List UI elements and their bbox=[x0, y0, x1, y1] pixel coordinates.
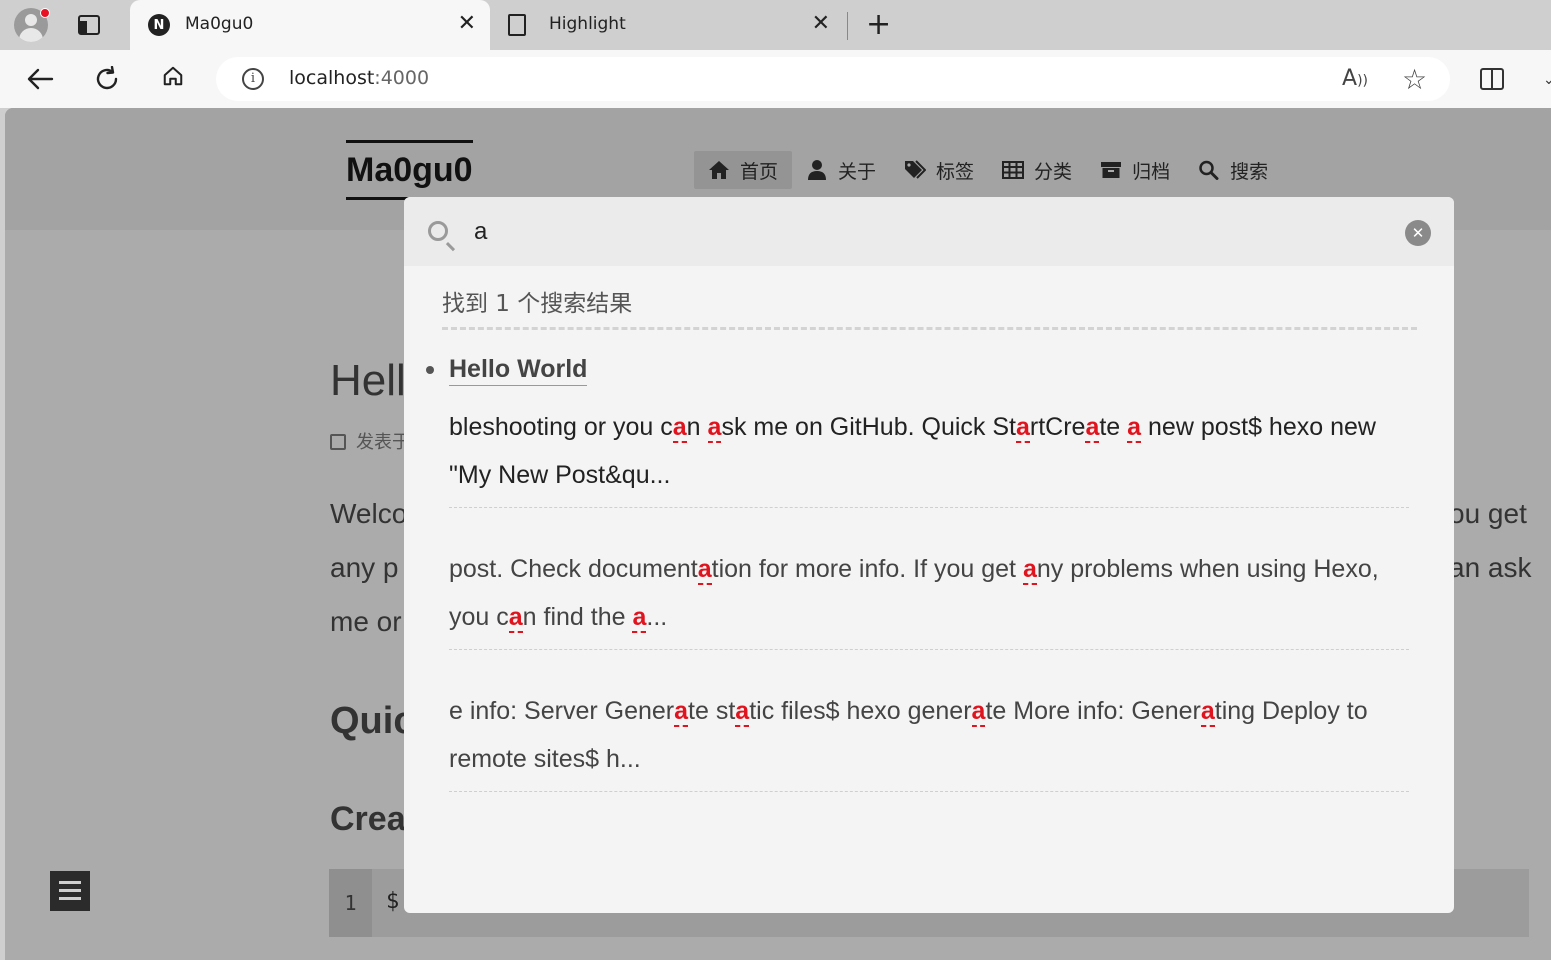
clear-search-icon[interactable]: ✕ bbox=[1405, 220, 1431, 246]
excerpt-text: bleshooting or you c bbox=[449, 413, 673, 441]
site-menu: 首页 关于 标签 分类 归档 搜索 bbox=[694, 151, 1282, 189]
url-text[interactable]: localhost:4000 bbox=[289, 67, 429, 89]
excerpt-text: sk me on GitHub. Quick St bbox=[721, 413, 1016, 441]
list-bullet bbox=[426, 366, 434, 374]
search-result-title[interactable]: Hello World bbox=[449, 354, 588, 386]
code-text: $ bbox=[386, 889, 400, 914]
menu-item-tags[interactable]: 标签 bbox=[890, 151, 988, 189]
sidebar-toggle-button[interactable] bbox=[50, 871, 90, 911]
grid-icon bbox=[1002, 161, 1025, 179]
close-tab-icon[interactable]: ✕ bbox=[458, 12, 476, 36]
tab-strip: N Ma0gu0 ✕ Highlight ✕ + bbox=[0, 0, 1551, 50]
menu-item-home[interactable]: 首页 bbox=[694, 151, 793, 189]
match-highlight: a bbox=[707, 413, 722, 443]
match-highlight: a bbox=[971, 697, 986, 727]
search-input[interactable] bbox=[474, 215, 1374, 249]
match-highlight: a bbox=[735, 697, 750, 727]
excerpt-text: te More info: Gener bbox=[985, 697, 1201, 725]
match-highlight: a bbox=[674, 697, 689, 727]
tab-separator bbox=[847, 12, 848, 40]
site-favicon-icon: N bbox=[148, 14, 170, 36]
excerpt-text: n find the bbox=[522, 603, 633, 631]
search-result-excerpt[interactable]: post. Check documentation for more info.… bbox=[449, 545, 1409, 650]
post-paragraph-line: me or bbox=[330, 606, 402, 637]
result-divider bbox=[442, 327, 1417, 330]
address-bar[interactable]: i localhost:4000 A)) ☆ bbox=[216, 57, 1450, 101]
read-aloud-icon[interactable]: A)) bbox=[1342, 66, 1368, 91]
menu-item-about[interactable]: 关于 bbox=[792, 151, 890, 189]
post-heading-create: Crea bbox=[330, 800, 406, 838]
menu-label: 搜索 bbox=[1230, 160, 1269, 183]
search-result-excerpt[interactable]: e info: Server Generate static files$ he… bbox=[449, 687, 1409, 792]
menu-label: 首页 bbox=[740, 160, 779, 183]
user-icon bbox=[808, 160, 827, 180]
site-brand[interactable]: Ma0gu0 bbox=[346, 140, 473, 200]
match-highlight: a bbox=[1127, 413, 1142, 443]
match-highlight: a bbox=[632, 603, 647, 633]
menu-label: 关于 bbox=[838, 160, 877, 183]
excerpt-text: ... bbox=[646, 603, 668, 631]
overflow-chevron-icon[interactable]: ⌄ bbox=[1543, 72, 1551, 88]
excerpt-text: te bbox=[1099, 413, 1128, 441]
search-result-excerpt[interactable]: bleshooting or you can ask me on GitHub.… bbox=[449, 403, 1409, 508]
tags-icon bbox=[905, 160, 927, 179]
document-icon bbox=[508, 14, 526, 36]
menu-item-search[interactable]: 搜索 bbox=[1184, 151, 1282, 189]
search-popup: ✕ 找到 1 个搜索结果 Hello World bleshooting or … bbox=[404, 197, 1454, 913]
excerpt-text: post. Check document bbox=[449, 555, 698, 583]
post-paragraph-line: any p bbox=[330, 552, 399, 583]
browser-toolbar: i localhost:4000 A)) ☆ ⌄ bbox=[0, 50, 1551, 108]
favorite-star-icon[interactable]: ☆ bbox=[1402, 63, 1427, 96]
home-icon[interactable] bbox=[162, 65, 184, 87]
notification-dot bbox=[40, 8, 50, 18]
post-paragraph-line: Welco bbox=[330, 498, 408, 529]
search-icon bbox=[1199, 160, 1219, 180]
excerpt-text: n bbox=[686, 413, 708, 441]
match-highlight: a bbox=[697, 555, 712, 585]
tab-title: Highlight bbox=[549, 14, 626, 34]
match-highlight: a bbox=[672, 413, 687, 443]
match-highlight: a bbox=[1022, 555, 1037, 585]
match-highlight: a bbox=[1085, 413, 1100, 443]
search-icon bbox=[428, 221, 448, 241]
search-result-count: 找到 1 个搜索结果 bbox=[442, 291, 633, 317]
tab-ma0gu0[interactable]: N Ma0gu0 ✕ bbox=[130, 0, 490, 50]
match-highlight: a bbox=[508, 603, 523, 633]
match-highlight: a bbox=[1015, 413, 1030, 443]
excerpt-text: rtCre bbox=[1029, 413, 1086, 441]
match-highlight: a bbox=[1200, 697, 1215, 727]
excerpt-text: te st bbox=[688, 697, 736, 725]
close-tab-icon[interactable]: ✕ bbox=[812, 12, 830, 36]
split-screen-icon[interactable] bbox=[1480, 68, 1504, 90]
post-title[interactable]: Hell bbox=[330, 356, 406, 406]
menu-label: 分类 bbox=[1034, 160, 1073, 183]
tab-title: Ma0gu0 bbox=[185, 14, 254, 34]
back-icon[interactable] bbox=[26, 67, 54, 91]
post-meta: 发表于 bbox=[330, 428, 410, 454]
post-paragraph-line: an ask bbox=[1449, 552, 1532, 583]
excerpt-text: e info: Server Gener bbox=[449, 697, 675, 725]
site-info-icon[interactable]: i bbox=[242, 68, 264, 90]
home-icon bbox=[709, 161, 729, 179]
excerpt-text: tic files$ hexo gener bbox=[749, 697, 972, 725]
tab-actions-icon[interactable] bbox=[78, 15, 100, 35]
post-paragraph-line: ou get bbox=[1449, 498, 1527, 529]
new-tab-button[interactable]: + bbox=[866, 8, 891, 42]
tab-highlight[interactable]: Highlight ✕ bbox=[494, 0, 844, 50]
code-line-number: 1 bbox=[329, 869, 372, 937]
menu-label: 标签 bbox=[936, 160, 975, 183]
search-header: ✕ bbox=[404, 197, 1454, 266]
post-date-label: 发表于 bbox=[356, 432, 410, 453]
menu-item-archives[interactable]: 归档 bbox=[1086, 151, 1184, 189]
refresh-icon[interactable] bbox=[94, 66, 120, 92]
menu-label: 归档 bbox=[1132, 160, 1171, 183]
calendar-icon bbox=[330, 434, 346, 450]
excerpt-text: tion for more info. If you get bbox=[711, 555, 1023, 583]
post-heading-quick-start: Quic bbox=[330, 700, 415, 742]
archive-icon bbox=[1101, 162, 1122, 178]
menu-item-categories[interactable]: 分类 bbox=[988, 151, 1086, 189]
